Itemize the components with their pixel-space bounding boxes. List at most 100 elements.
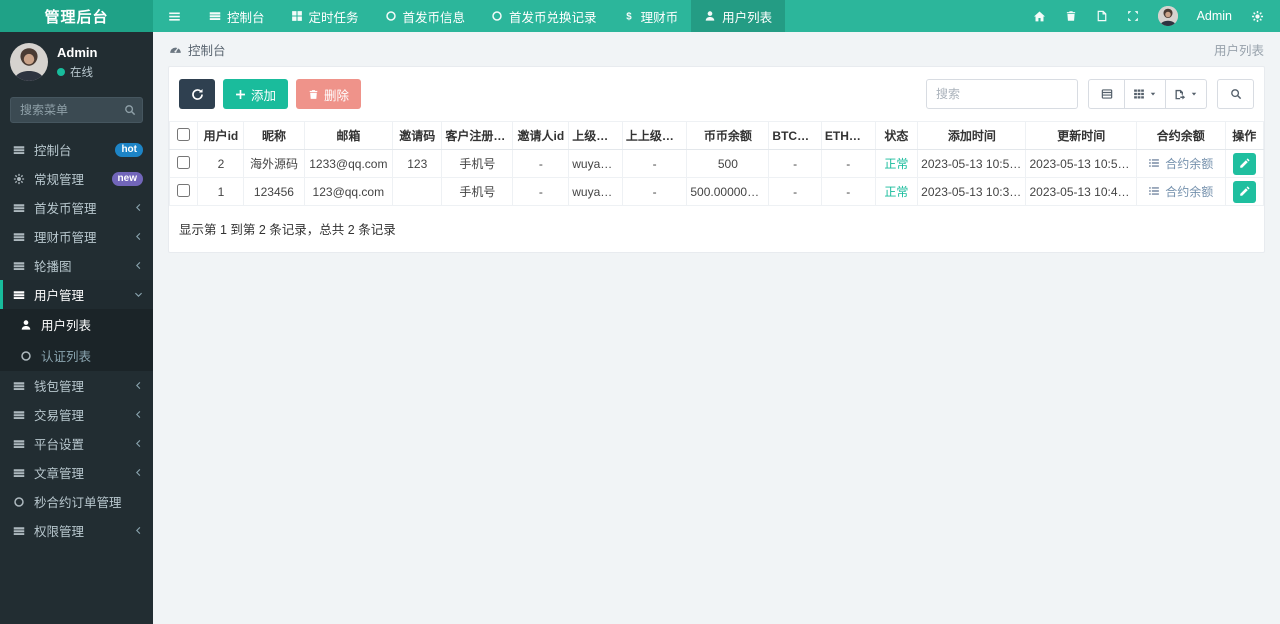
table-cell: 手机号: [441, 177, 514, 206]
sidebar-item[interactable]: 轮播图: [0, 251, 153, 280]
search-icon[interactable]: [124, 104, 136, 116]
chevron-left-icon: [134, 468, 143, 477]
sidebar-avatar[interactable]: [10, 43, 48, 81]
circle-icon: [12, 496, 26, 508]
column-header[interactable]: 上级名称: [568, 121, 623, 150]
sidebar-item[interactable]: 权限管理: [0, 516, 153, 545]
chevron-left-icon: [134, 526, 143, 535]
table-cell: -: [768, 177, 822, 206]
chevron-left-icon: [134, 203, 143, 212]
sidebar-item[interactable]: 交易管理: [0, 400, 153, 429]
topnav-tabs: 控制台 定时任务 首发币信息 首发币兑换记录 $ 理财币 用户列表: [196, 0, 786, 32]
topnav-item[interactable]: 用户列表: [691, 0, 786, 32]
table-icon: [12, 289, 26, 301]
table-icon: [12, 380, 26, 392]
row-checkbox[interactable]: [177, 155, 191, 169]
sidebar-item[interactable]: 平台设置: [0, 429, 153, 458]
sidebar-subitem[interactable]: 用户列表: [0, 309, 153, 340]
cogs-icon: [12, 173, 26, 185]
columns-button[interactable]: [1124, 79, 1166, 109]
sidebar-item[interactable]: 文章管理: [0, 458, 153, 487]
export-button[interactable]: [1165, 79, 1207, 109]
table-cell: -: [621, 149, 688, 178]
topnav-item[interactable]: 控制台: [196, 0, 278, 32]
settings-cogs-icon[interactable]: [1251, 10, 1264, 23]
sidebar-item[interactable]: 常规管理 new: [0, 164, 153, 193]
list-icon: [1148, 157, 1160, 169]
column-header[interactable]: 合约余额: [1135, 121, 1226, 150]
table-icon: [12, 467, 26, 479]
menu-badge: hot: [115, 142, 143, 157]
topnav-item[interactable]: 首发币信息: [372, 0, 479, 32]
sidebar-item[interactable]: 理财币管理: [0, 222, 153, 251]
table-search-input[interactable]: [926, 79, 1078, 109]
table-cell: 手机号: [441, 149, 514, 178]
table-cell: -: [621, 177, 688, 206]
column-header[interactable]: 客户注册类型: [441, 121, 514, 150]
sidebar-toggle-button[interactable]: [153, 0, 196, 32]
table-cell: -: [512, 149, 570, 178]
column-header[interactable]: 添加时间: [917, 121, 1027, 150]
trash-icon[interactable]: [1065, 10, 1077, 22]
page-title: 用户列表: [1213, 43, 1264, 58]
table-toolbar: 添加 删除: [169, 67, 1264, 121]
card-view-icon: [1101, 88, 1113, 100]
column-header[interactable]: 邀请人id: [512, 121, 570, 150]
contract-balance-link[interactable]: 合约余额: [1148, 155, 1213, 172]
row-checkbox[interactable]: [177, 183, 191, 197]
column-header[interactable]: 昵称: [243, 121, 305, 150]
home-icon[interactable]: [1033, 10, 1046, 23]
add-button[interactable]: 添加: [223, 79, 289, 109]
column-header[interactable]: 邮箱: [303, 121, 394, 150]
table-cell: wuyanzu: [568, 149, 623, 178]
delete-button[interactable]: 删除: [296, 79, 362, 109]
toolbar-right: [926, 79, 1254, 109]
column-header[interactable]: 上上级名称: [621, 121, 688, 150]
column-header[interactable]: 币币余额: [686, 121, 770, 150]
column-header[interactable]: ETH余额: [820, 121, 876, 150]
sidebar-item[interactable]: 用户管理: [0, 280, 153, 309]
topnav-item[interactable]: 首发币兑换记录: [478, 0, 610, 32]
refresh-button[interactable]: [179, 79, 215, 109]
sidebar-item[interactable]: 首发币管理: [0, 193, 153, 222]
column-header[interactable]: 邀请码: [392, 121, 443, 150]
pencil-icon: [1239, 158, 1250, 169]
online-dot-icon: [57, 67, 65, 76]
view-buttons: [1088, 79, 1207, 109]
column-header[interactable]: 状态: [874, 121, 919, 150]
search-submit-button[interactable]: [1217, 79, 1254, 109]
table-cell: 海外源码: [243, 149, 305, 178]
user-avatar[interactable]: [1157, 6, 1178, 26]
table-card: 添加 删除 搜索 用户id 昵称 邮箱 邀请码 客户注册类型 邀请人id 上级名…: [168, 66, 1265, 253]
sidebar-item[interactable]: 秒合约订单管理: [0, 487, 153, 516]
topnav-item[interactable]: 定时任务: [278, 0, 372, 32]
brand-title[interactable]: 管理后台: [0, 0, 153, 32]
fullscreen-icon[interactable]: [1127, 10, 1139, 22]
contract-balance-link[interactable]: 合约余额: [1148, 183, 1213, 200]
edit-button[interactable]: [1232, 180, 1256, 203]
sidebar-item[interactable]: 控制台 hot: [0, 135, 153, 164]
edit-button[interactable]: [1232, 152, 1256, 175]
breadcrumb-current[interactable]: 控制台: [188, 40, 226, 59]
chevron-left-icon: [134, 261, 143, 270]
plus-icon: [235, 89, 246, 100]
select-all-checkbox[interactable]: [177, 127, 191, 141]
table-cell: wuyanzu: [568, 177, 623, 206]
search-icon: [1230, 88, 1242, 100]
topnav-item[interactable]: $ 理财币: [610, 0, 692, 32]
column-header[interactable]: 操作: [1224, 121, 1265, 150]
column-header[interactable]: 用户id: [197, 121, 245, 150]
dollar-icon: $: [623, 10, 635, 22]
sidebar-item[interactable]: 钱包管理: [0, 371, 153, 400]
card-view-button[interactable]: [1088, 79, 1125, 109]
column-header[interactable]: 更新时间: [1025, 121, 1137, 150]
table-cell: -: [768, 149, 822, 178]
column-header[interactable]: BTC余额: [768, 121, 822, 150]
table-icon: [209, 10, 221, 22]
sidebar-user-panel: Admin 在线: [0, 32, 153, 91]
chevron-left-icon: [134, 410, 143, 419]
sidebar-subitem[interactable]: 认证列表: [0, 340, 153, 371]
check-update-icon[interactable]: [1096, 10, 1108, 22]
table-cell: -: [820, 149, 876, 178]
username-label[interactable]: Admin: [1197, 9, 1232, 23]
